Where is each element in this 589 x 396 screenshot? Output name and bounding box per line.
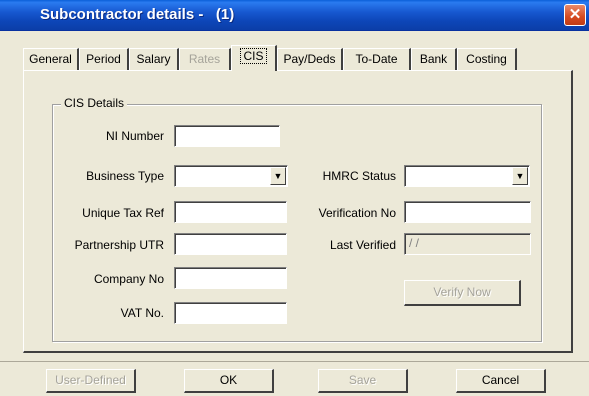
tab-cis[interactable]: CIS <box>231 45 277 71</box>
business-type-label: Business Type <box>86 169 164 183</box>
partnership-utr-label: Partnership UTR <box>74 238 164 252</box>
group-title: CIS Details <box>61 96 128 110</box>
user-defined-button: User-Defined <box>46 369 136 393</box>
partnership-utr-field[interactable] <box>174 233 287 255</box>
tab-pay-deds[interactable]: Pay/Deds <box>277 48 343 70</box>
chevron-down-icon[interactable]: ▼ <box>270 167 286 185</box>
verification-no-label: Verification No <box>318 206 396 220</box>
ni-number-label: NI Number <box>105 129 164 143</box>
window-title: Subcontractor details - (1) <box>40 6 235 23</box>
last-verified-field: / / <box>404 233 531 255</box>
vat-no-label: VAT No. <box>120 306 164 320</box>
ni-number-field[interactable] <box>174 125 280 147</box>
vat-no-field[interactable] <box>174 302 287 324</box>
company-no-label: Company No <box>93 272 164 286</box>
unique-tax-ref-field[interactable] <box>174 201 287 223</box>
business-type-dropdown[interactable]: ▼ <box>174 165 288 187</box>
company-no-field[interactable] <box>174 267 287 289</box>
tab-general[interactable]: General <box>23 48 79 70</box>
last-verified-label: Last Verified <box>329 238 396 252</box>
footer-divider <box>0 361 589 364</box>
close-icon[interactable]: ✕ <box>564 4 586 26</box>
tab-period[interactable]: Period <box>79 48 129 70</box>
tab-to-date[interactable]: To-Date <box>343 48 411 70</box>
verification-no-field[interactable] <box>404 201 531 223</box>
save-button: Save <box>318 369 408 393</box>
ok-button[interactable]: OK <box>184 369 274 393</box>
title-bar: Subcontractor details - (1) ✕ <box>0 0 589 31</box>
hmrc-status-dropdown[interactable]: ▼ <box>404 165 530 187</box>
tab-rates: Rates <box>179 48 231 70</box>
hmrc-status-label: HMRC Status <box>322 169 396 183</box>
chevron-down-icon[interactable]: ▼ <box>512 167 528 185</box>
verify-now-button: Verify Now <box>404 280 521 306</box>
tab-salary[interactable]: Salary <box>129 48 179 70</box>
unique-tax-ref-label: Unique Tax Ref <box>82 206 164 220</box>
tab-bank[interactable]: Bank <box>411 48 457 70</box>
cancel-button[interactable]: Cancel <box>456 369 546 393</box>
tab-costing[interactable]: Costing <box>457 48 517 70</box>
